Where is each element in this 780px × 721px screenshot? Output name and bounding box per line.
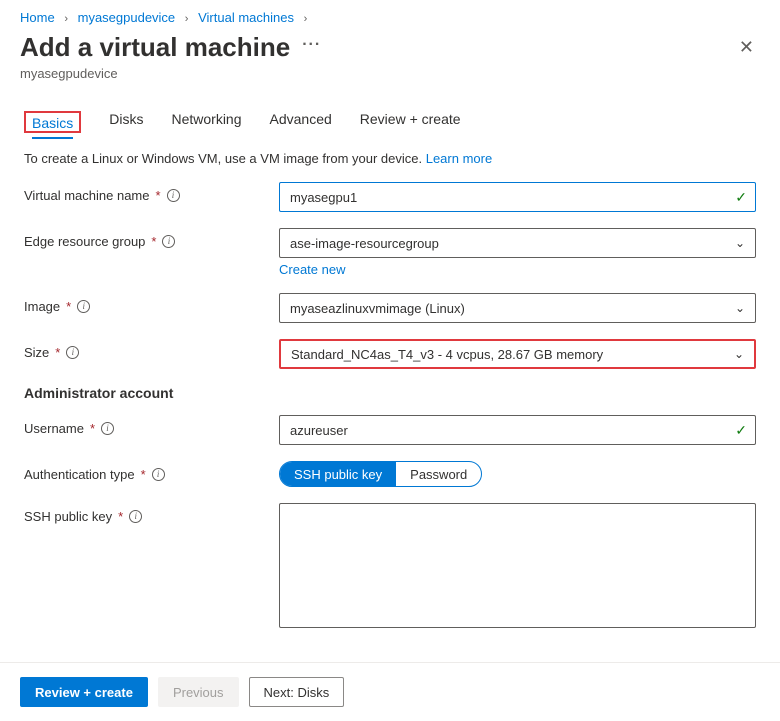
tab-review[interactable]: Review + create [360, 111, 461, 133]
authtype-ssh[interactable]: SSH public key [280, 462, 396, 486]
required-mark: * [156, 188, 161, 203]
learn-more-link[interactable]: Learn more [426, 151, 492, 166]
info-icon[interactable]: i [162, 235, 175, 248]
image-select[interactable]: myaseazlinuxvmimage (Linux) ⌄ [279, 293, 756, 323]
page-title-text: Add a virtual machine [20, 32, 290, 63]
info-icon[interactable]: i [152, 468, 165, 481]
tab-basics-highlight: Basics [24, 111, 81, 133]
chevron-down-icon: ⌄ [734, 347, 744, 361]
required-mark: * [141, 467, 146, 482]
breadcrumb-sep: › [304, 13, 308, 25]
check-icon: ✓ [735, 189, 747, 206]
breadcrumb: Home › myasegpudevice › Virtual machines… [0, 0, 780, 31]
review-create-button[interactable]: Review + create [20, 677, 148, 707]
chevron-down-icon: ⌄ [735, 236, 745, 250]
authtype-toggle: SSH public key Password [279, 461, 482, 487]
username-input[interactable]: azureuser ✓ [279, 415, 756, 445]
admin-section-head: Administrator account [24, 385, 756, 401]
tab-disks[interactable]: Disks [109, 111, 143, 133]
tab-networking[interactable]: Networking [171, 111, 241, 133]
tabs: Basics Disks Networking Advanced Review … [0, 81, 780, 133]
info-icon[interactable]: i [66, 346, 79, 359]
size-label: Size [24, 345, 49, 360]
rg-label: Edge resource group [24, 234, 145, 249]
breadcrumb-vms[interactable]: Virtual machines [198, 10, 294, 25]
helptext-text: To create a Linux or Windows VM, use a V… [24, 151, 426, 166]
required-mark: * [151, 234, 156, 249]
info-icon[interactable]: i [101, 422, 114, 435]
username-value: azureuser [290, 423, 348, 438]
username-label: Username [24, 421, 84, 436]
next-button[interactable]: Next: Disks [249, 677, 345, 707]
info-icon[interactable]: i [167, 189, 180, 202]
previous-button: Previous [158, 677, 239, 707]
info-icon[interactable]: i [77, 300, 90, 313]
page-title: Add a virtual machine ··· [20, 32, 321, 63]
rg-value: ase-image-resourcegroup [290, 236, 439, 251]
vmname-value: myasegpu1 [290, 190, 357, 205]
breadcrumb-sep: › [64, 13, 68, 25]
authtype-label: Authentication type [24, 467, 135, 482]
tab-advanced[interactable]: Advanced [270, 111, 332, 133]
vmname-input[interactable]: myasegpu1 ✓ [279, 182, 756, 212]
close-icon[interactable]: ✕ [733, 31, 760, 64]
breadcrumb-device[interactable]: myasegpudevice [78, 10, 176, 25]
required-mark: * [66, 299, 71, 314]
info-icon[interactable]: i [129, 510, 142, 523]
breadcrumb-sep: › [185, 13, 189, 25]
image-label: Image [24, 299, 60, 314]
footer: Review + create Previous Next: Disks [0, 662, 780, 721]
tab-basics[interactable]: Basics [32, 115, 73, 139]
required-mark: * [118, 509, 123, 524]
authtype-password[interactable]: Password [396, 462, 481, 486]
image-value: myaseazlinuxvmimage (Linux) [290, 301, 465, 316]
create-new-link[interactable]: Create new [279, 262, 345, 277]
required-mark: * [90, 421, 95, 436]
size-select[interactable]: Standard_NC4as_T4_v3 - 4 vcpus, 28.67 GB… [279, 339, 756, 369]
chevron-down-icon: ⌄ [735, 301, 745, 315]
sshkey-textarea[interactable] [279, 503, 756, 628]
check-icon: ✓ [735, 422, 747, 439]
more-icon[interactable]: ··· [302, 36, 321, 60]
helptext: To create a Linux or Windows VM, use a V… [0, 133, 780, 166]
vmname-label: Virtual machine name [24, 188, 150, 203]
breadcrumb-home[interactable]: Home [20, 10, 55, 25]
rg-select[interactable]: ase-image-resourcegroup ⌄ [279, 228, 756, 258]
required-mark: * [55, 345, 60, 360]
sshkey-label: SSH public key [24, 509, 112, 524]
size-value: Standard_NC4as_T4_v3 - 4 vcpus, 28.67 GB… [291, 347, 603, 362]
page-subtitle: myasegpudevice [0, 64, 780, 81]
